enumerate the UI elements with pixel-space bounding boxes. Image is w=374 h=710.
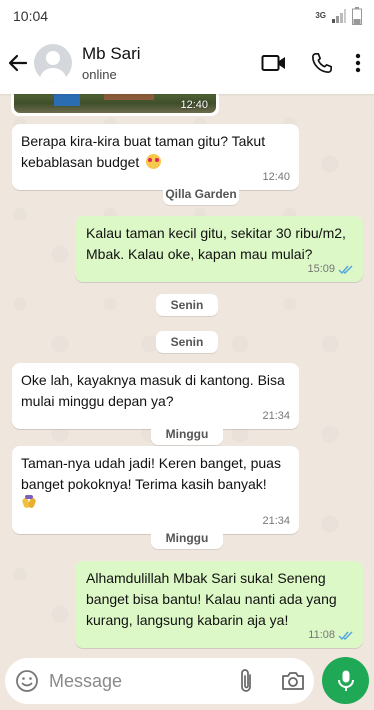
microphone-icon [337, 670, 354, 691]
date-text: Minggu [165, 427, 209, 441]
camera-icon [282, 672, 304, 690]
date-separator: Senin [156, 331, 218, 353]
incoming-message[interactable]: Oke lah, kayaknya masuk di kantong. Bisa… [12, 363, 299, 429]
back-button[interactable] [2, 41, 34, 85]
date-text: Senin [170, 335, 204, 349]
camera-button[interactable] [273, 670, 313, 692]
message-time: 21:34 [262, 515, 290, 527]
clapping-hands-emoji-icon [21, 495, 37, 511]
signal-icon [332, 9, 346, 23]
image-message[interactable]: 12:40 [11, 94, 219, 116]
message-time: 12:40 [262, 171, 290, 183]
date-text: Minggu [165, 531, 209, 545]
phone-icon [312, 53, 332, 73]
menu-button[interactable] [342, 41, 374, 85]
voice-call-button[interactable] [302, 41, 342, 85]
message-time: 15:09 [307, 263, 335, 275]
read-ticks-icon [338, 631, 353, 640]
smiley-icon [16, 670, 38, 692]
message-time: 21:34 [262, 410, 290, 422]
image-thumbnail[interactable]: 12:40 [14, 94, 216, 113]
message-text: Kalau taman kecil gitu, sekitar 30 ribu/… [86, 225, 346, 262]
date-text: Senin [170, 298, 204, 312]
read-ticks-icon [338, 265, 353, 274]
outgoing-message[interactable]: Alhamdulillah Mbak Sari suka! Seneng ban… [75, 561, 363, 648]
incoming-message[interactable]: Berapa kira-kira buat taman gitu? Takut … [12, 124, 299, 190]
date-separator: Minggu [151, 423, 223, 445]
avatar[interactable] [34, 44, 72, 82]
video-camera-icon [261, 55, 285, 71]
network-label: 3G [315, 11, 326, 20]
message-time: 11:08 [308, 629, 335, 641]
message-text: Alhamdulillah Mbak Sari suka! Seneng ban… [86, 570, 337, 628]
message-input-box [5, 658, 314, 704]
video-call-button[interactable] [254, 41, 294, 85]
sender-label-text: Qilla Garden [165, 187, 237, 201]
date-separator: Minggu [151, 527, 223, 549]
battery-icon [352, 7, 362, 25]
date-separator: Senin [156, 294, 218, 316]
back-arrow-icon [8, 54, 28, 72]
outgoing-message[interactable]: Kalau taman kecil gitu, sekitar 30 ribu/… [75, 216, 363, 282]
paperclip-icon [241, 669, 251, 692]
contact-status: online [82, 67, 117, 82]
contact-name: Mb Sari [82, 44, 141, 63]
message-input[interactable] [49, 670, 219, 692]
message-text: Berapa kira-kira buat taman gitu? Takut … [21, 133, 266, 170]
message-time: 12:40 [180, 99, 208, 111]
incoming-message[interactable]: Taman-nya udah jadi! Keren banget, puas … [12, 446, 299, 534]
status-bar: 10:04 3G [0, 0, 374, 32]
composer [0, 654, 374, 710]
contact-info[interactable]: Mb Sari online [82, 44, 254, 82]
voice-message-button[interactable] [322, 657, 369, 704]
heart-eyes-emoji-icon [146, 154, 162, 169]
sender-label: Qilla Garden [163, 183, 239, 205]
status-time: 10:04 [13, 8, 49, 24]
message-text: Oke lah, kayaknya masuk di kantong. Bisa… [21, 372, 285, 409]
chat-area[interactable]: 12:40 Berapa kira-kira buat taman gitu? … [0, 94, 374, 654]
emoji-button[interactable] [5, 669, 49, 693]
attach-button[interactable] [227, 668, 267, 694]
message-text: Taman-nya udah jadi! Keren banget, puas … [21, 455, 281, 492]
chat-header: Mb Sari online [0, 32, 374, 94]
more-vertical-icon [355, 53, 361, 73]
status-icons: 3G [315, 7, 362, 25]
